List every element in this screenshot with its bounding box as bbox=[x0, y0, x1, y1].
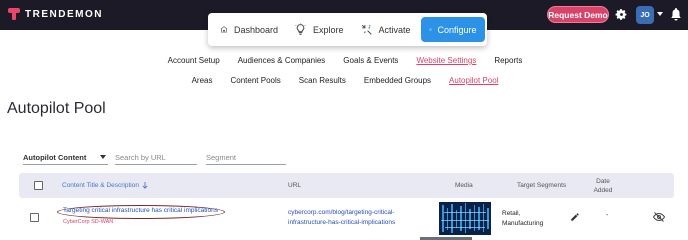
content-url-link[interactable]: cybercorp.com/blog/targeting-critical- i… bbox=[288, 208, 428, 227]
content-url-line-2: infrastructure-has-critical-implications bbox=[288, 218, 396, 226]
chevron-down-icon[interactable] bbox=[657, 12, 663, 16]
nav-goals-events[interactable]: Goals & Events bbox=[343, 56, 398, 65]
row-checkbox[interactable] bbox=[30, 213, 39, 222]
chevron-down-icon bbox=[100, 155, 106, 159]
nav-reports[interactable]: Reports bbox=[494, 56, 522, 65]
nav-embedded-groups[interactable]: Embedded Groups bbox=[364, 76, 431, 85]
nav-areas[interactable]: Areas bbox=[192, 76, 213, 85]
select-all-checkbox[interactable] bbox=[34, 181, 43, 190]
subnav-secondary: Areas Content Pools Scan Results Embedde… bbox=[0, 76, 688, 85]
date-added: - bbox=[606, 212, 609, 219]
column-title-label: Content Title & Description bbox=[62, 182, 139, 189]
subnav-primary: Account Setup Audiences & Companies Goal… bbox=[0, 56, 688, 65]
page-title: Autopilot Pool bbox=[7, 100, 106, 117]
eye-slash-icon[interactable] bbox=[653, 212, 665, 222]
house-icon bbox=[220, 26, 228, 33]
nav-audiences-companies[interactable]: Audiences & Companies bbox=[238, 56, 326, 65]
module-dashboard-label: Dashboard bbox=[233, 24, 278, 35]
target-segments: Retail, Manufacturing bbox=[502, 209, 543, 228]
module-activate[interactable]: Activate bbox=[352, 17, 419, 42]
lightbulb-icon bbox=[295, 23, 306, 35]
brand-logo[interactable]: TRENDEMON bbox=[8, 8, 103, 20]
media-thumbnail[interactable] bbox=[439, 202, 491, 235]
content-url-line-1: cybercorp.com/blog/targeting-critical- bbox=[288, 209, 395, 216]
media-image bbox=[439, 202, 491, 235]
nav-website-settings[interactable]: Website Settings bbox=[416, 56, 476, 65]
nav-account-setup[interactable]: Account Setup bbox=[168, 56, 220, 65]
brand-name: TRENDEMON bbox=[25, 8, 103, 20]
nav-content-pools[interactable]: Content Pools bbox=[230, 76, 280, 85]
user-avatar[interactable]: JO bbox=[636, 6, 654, 24]
url-search-input[interactable]: Search by URL bbox=[115, 150, 197, 165]
module-configure-label: Configure bbox=[437, 24, 477, 35]
brand-logo-icon bbox=[8, 8, 20, 20]
module-dashboard[interactable]: Dashboard bbox=[212, 17, 286, 42]
content-type-select[interactable]: Autopilot Content bbox=[23, 150, 108, 165]
module-explore-label: Explore bbox=[313, 24, 344, 35]
column-header-segments: Target Segments bbox=[517, 182, 567, 189]
column-header-url[interactable]: URL bbox=[288, 173, 301, 198]
content-title-link[interactable]: Targeting critical infrastructure has cr… bbox=[63, 207, 218, 214]
segment-line-2: Manufacturing bbox=[502, 219, 544, 227]
column-header-date[interactable]: Date Added bbox=[591, 173, 615, 198]
bell-icon[interactable] bbox=[670, 7, 682, 21]
sort-arrow-down-icon bbox=[142, 182, 148, 189]
table-row: Targeting critical infrastructure has cr… bbox=[19, 199, 674, 240]
pencil-icon[interactable] bbox=[570, 212, 580, 222]
column-header-media: Media bbox=[455, 182, 473, 189]
nav-autopilot-pool[interactable]: Autopilot Pool bbox=[449, 76, 498, 85]
table-header: Content Title & Description URL Media Ta… bbox=[19, 173, 674, 198]
request-demo-button[interactable]: Request Demo bbox=[547, 6, 609, 23]
content-type-value: Autopilot Content bbox=[23, 152, 87, 162]
gear-icon bbox=[428, 28, 432, 31]
module-explore[interactable]: Explore bbox=[286, 17, 352, 42]
nav-scan-results[interactable]: Scan Results bbox=[299, 76, 346, 85]
module-activate-label: Activate bbox=[378, 24, 411, 35]
content-description: CyberCorp SD-WAN bbox=[63, 219, 114, 225]
settings-gear-icon[interactable] bbox=[615, 8, 628, 21]
column-header-title[interactable]: Content Title & Description bbox=[62, 173, 148, 198]
segment-line-1: Retail, bbox=[502, 210, 521, 217]
module-switcher: Dashboard Explore Activate Configure bbox=[208, 13, 487, 46]
sparkle-icon bbox=[361, 24, 372, 35]
segment-input[interactable]: Segment bbox=[206, 150, 286, 165]
select-all-cell bbox=[34, 173, 43, 198]
module-configure[interactable]: Configure bbox=[420, 17, 485, 42]
